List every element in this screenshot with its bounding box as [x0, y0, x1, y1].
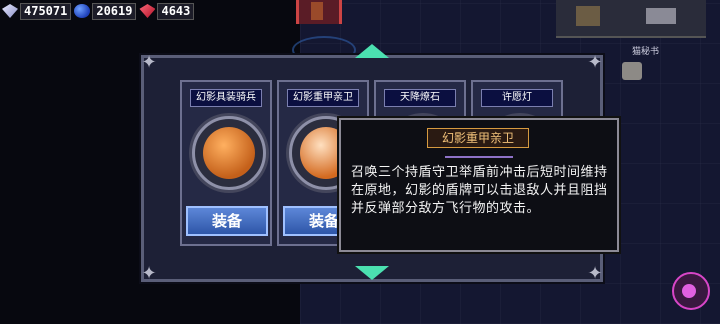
- cavalry-medal-icon: [192, 116, 266, 190]
- diamond-value: 475071: [20, 2, 72, 20]
- tooltip-description: 召唤三个持盾守卫举盾前冲击后短时间维持在原地，幻影的盾牌可以击退敌人并且阻挡并反…: [351, 165, 608, 216]
- ruby-icon: [139, 4, 156, 18]
- workbench: [556, 0, 706, 38]
- corner-ornament-icon: ✦: [141, 263, 157, 284]
- skill-card-title: 幻影具装骑兵: [190, 89, 262, 107]
- corner-ornament-icon: ✦: [587, 263, 603, 284]
- sapphire-icon: [74, 4, 91, 18]
- tooltip-title: 幻影重甲亲卫: [427, 128, 529, 148]
- skill-tooltip: 幻影重甲亲卫 召唤三个持盾守卫举盾前冲击后短时间维持在原地，幻影的盾牌可以击退敌…: [339, 118, 619, 252]
- cat-npc: [622, 62, 642, 80]
- ruby-value: 4643: [157, 2, 195, 20]
- corner-ornament-icon: ✦: [141, 52, 157, 73]
- sapphire-counter: 20619: [74, 2, 137, 20]
- skill-card[interactable]: 幻影具装骑兵 装备: [180, 80, 272, 246]
- currency-bar: 475071 20619 4643: [2, 2, 195, 20]
- diamond-icon: [2, 4, 18, 18]
- skill-card-title: 幻影重甲亲卫: [287, 89, 359, 107]
- equip-button[interactable]: 装备: [186, 206, 268, 236]
- corner-ornament-icon: ✦: [587, 52, 603, 73]
- skill-card-title: 天降燎石: [384, 89, 456, 107]
- skill-card-title: 许愿灯: [481, 89, 553, 107]
- sapphire-value: 20619: [92, 2, 137, 20]
- diamond-counter: 475071: [2, 2, 72, 20]
- ruby-counter: 4643: [139, 2, 195, 20]
- red-door: [296, 0, 342, 24]
- tooltip-divider: [445, 156, 513, 158]
- npc-label: 猫秘书: [632, 47, 660, 57]
- potion-icon[interactable]: [672, 272, 710, 310]
